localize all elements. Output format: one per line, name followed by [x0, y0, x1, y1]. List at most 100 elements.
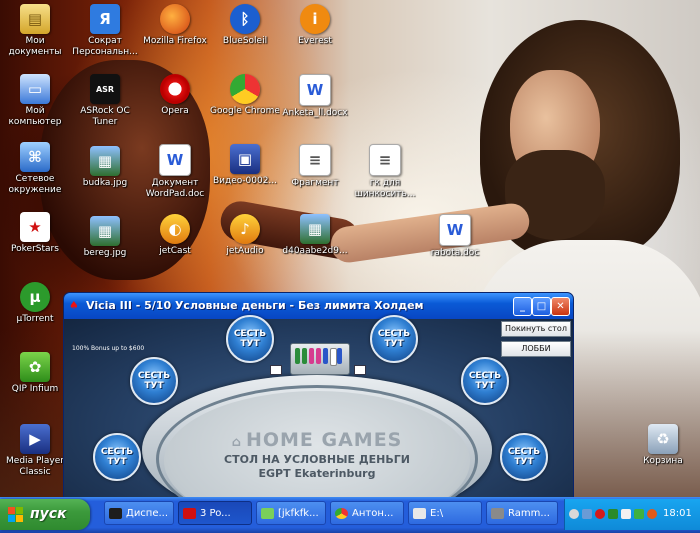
image-file-icon: ▦: [90, 146, 120, 176]
poker-table-area: 100% Bonus up to $600 Покинуть стол ЛОББ…: [64, 315, 573, 499]
task-button-pokerstars[interactable]: 3 Po...: [178, 501, 252, 525]
network-tray-icon[interactable]: [582, 509, 592, 519]
jetcast-icon: ◐: [160, 214, 190, 244]
seat-label: СЕСТЬ: [507, 447, 541, 457]
seat-button-top-left[interactable]: СЕСТЬ ТУТ: [226, 315, 274, 363]
desktop-icon-budka[interactable]: ▦ budka.jpg: [70, 146, 140, 189]
my-documents-icon: ▤: [20, 4, 50, 34]
desktop-icon-bluesoleil[interactable]: ᛒ BlueSoleil: [210, 4, 280, 47]
desktop-icon-firefox[interactable]: Mozilla Firefox: [140, 4, 210, 47]
desktop-icon-utorrent[interactable]: µ µTorrent: [0, 282, 70, 325]
desktop-icon-my-documents[interactable]: ▤ Мои документы: [0, 4, 70, 58]
desktop-icon-media-player[interactable]: ▶ Media Player Classic: [0, 424, 70, 478]
desktop-icon-fragment[interactable]: ≡ Фрагмент: [280, 144, 350, 189]
start-button[interactable]: пуск: [0, 499, 90, 530]
chip-stack: [323, 348, 328, 364]
notepad-icon: [261, 507, 274, 519]
desktop-icon-chrome[interactable]: Google Chrome: [210, 74, 280, 117]
task-button-task-manager[interactable]: Диспе...: [104, 501, 174, 525]
volume-icon[interactable]: [621, 509, 631, 519]
desktop-icon-label: Сократ Персональн...: [72, 36, 138, 57]
desktop-icon-label: Корзина: [643, 456, 683, 466]
close-button[interactable]: ✕: [551, 297, 570, 316]
desktop-icon-label: rabota.doc: [430, 248, 480, 258]
desktop-icon-label: Google Chrome: [210, 106, 280, 116]
desktop-icon-wordpad-doc[interactable]: W Документ WordPad.doc: [140, 144, 210, 200]
torrent-tray-icon[interactable]: [608, 509, 618, 519]
desktop-icon-rabota[interactable]: W rabota.doc: [420, 214, 490, 259]
desktop-icon-bereg[interactable]: ▦ bereg.jpg: [70, 216, 140, 259]
desktop-icon-anketa[interactable]: W Anketa_ll.docx: [280, 74, 350, 119]
desktop-icon-network[interactable]: ⌘ Сетевое окружение: [0, 142, 70, 196]
desktop-icon-asrock[interactable]: ASR ASRock OC Tuner: [70, 74, 140, 128]
seat-label: ТУТ: [384, 339, 404, 349]
everest-icon: i: [300, 4, 330, 34]
desktop-icon-label: µTorrent: [16, 314, 54, 324]
asrock-icon: ASR: [90, 74, 120, 104]
desktop-icon-sokrat[interactable]: Я Сократ Персональн...: [70, 4, 140, 58]
clock[interactable]: 18:01: [663, 508, 692, 519]
desktop-icon-label: ASRock OC Tuner: [80, 106, 130, 127]
seat-label: ТУТ: [514, 457, 534, 467]
seat-label: ТУТ: [144, 381, 164, 391]
task-button-chrome[interactable]: Антон...: [330, 501, 404, 525]
lobby-button[interactable]: ЛОББИ: [501, 341, 571, 357]
utorrent-icon: µ: [20, 282, 50, 312]
task-button-media[interactable]: Ramm...: [486, 501, 558, 525]
windows-logo-icon: [8, 507, 24, 522]
desktop-icon-text-file[interactable]: ≡ гк для шинкосить...: [350, 144, 420, 200]
desktop-icon-my-computer[interactable]: ▭ Мой компьютер: [0, 74, 70, 128]
home-icon: ⌂: [231, 435, 242, 450]
dealer-tray-icon: [354, 365, 366, 375]
media-player-icon: ▶: [20, 424, 50, 454]
desktop-icon-opera[interactable]: Opera: [140, 74, 210, 117]
bonus-banner[interactable]: 100% Bonus up to $600: [72, 345, 144, 352]
desktop-icon-label: QIP Infium: [11, 384, 59, 394]
media-icon: [491, 507, 504, 519]
window-titlebar[interactable]: ♠ Vicia III - 5/10 Условные деньги - Без…: [64, 293, 573, 319]
back-arrow-icon[interactable]: [569, 509, 579, 519]
desktop-icon-recycle-bin[interactable]: ♻ Корзина: [628, 424, 698, 467]
seat-button-left[interactable]: СЕСТЬ ТУТ: [130, 357, 178, 405]
desktop-icon-jetaudio[interactable]: ♪ jetAudio: [210, 214, 280, 257]
task-button-explorer[interactable]: E:\: [408, 501, 482, 525]
minimize-button[interactable]: _: [513, 297, 532, 316]
desktop-icon-label: budka.jpg: [82, 178, 128, 188]
qip-tray-icon[interactable]: [634, 509, 644, 519]
desktop-icon-qip[interactable]: ✿ QIP Infium: [0, 352, 70, 395]
desktop-icon-label: Фрагмент: [291, 178, 339, 188]
poker-table-window: ♠ Vicia III - 5/10 Условные деньги - Без…: [63, 292, 574, 500]
desktop-icon-everest[interactable]: i Everest: [280, 4, 350, 47]
opera-tray-icon[interactable]: [595, 509, 605, 519]
image-file-icon: ▦: [300, 214, 330, 244]
task-manager-icon: [109, 507, 122, 519]
system-tray: 18:01: [564, 499, 700, 530]
task-button-notepad[interactable]: [jkfkfk...: [256, 501, 326, 525]
desktop-icon-label: jetCast: [159, 246, 191, 256]
desktop-icon-label: d40aabe2d9...: [282, 246, 348, 256]
seat-button-bottom-left[interactable]: СЕСТЬ ТУТ: [93, 433, 141, 481]
desktop-icon-label: Сетевое окружение: [8, 174, 62, 195]
alert-tray-icon[interactable]: [647, 509, 657, 519]
chip-rack: [290, 343, 350, 375]
desktop-icon-video[interactable]: ▣ Видео-0002...: [210, 144, 280, 187]
seat-label: ТУТ: [240, 339, 260, 349]
leave-table-button[interactable]: Покинуть стол: [501, 321, 571, 337]
desktop-icon-jetcast[interactable]: ◐ jetCast: [140, 214, 210, 257]
start-label: пуск: [30, 506, 67, 522]
chip-stack: [337, 348, 342, 364]
home-games-logo: ⌂ HOME GAMES: [64, 429, 570, 451]
maximize-button[interactable]: □: [532, 297, 551, 316]
desktop-icon-label: BlueSoleil: [222, 36, 268, 46]
seat-button-right[interactable]: СЕСТЬ ТУТ: [461, 357, 509, 405]
task-label: Ramm...: [508, 507, 550, 519]
chip-stack: [309, 348, 314, 364]
seat-button-top-right[interactable]: СЕСТЬ ТУТ: [370, 315, 418, 363]
desktop-icon-pokerstars[interactable]: ★ PokerStars: [0, 212, 70, 255]
video-file-icon: ▣: [230, 144, 260, 174]
seat-button-bottom-right[interactable]: СЕСТЬ ТУТ: [500, 433, 548, 481]
opera-icon: [160, 74, 190, 104]
chrome-icon: [230, 74, 260, 104]
desktop-icon-d40aabe[interactable]: ▦ d40aabe2d9...: [280, 214, 350, 257]
desktop-icon-label: Opera: [161, 106, 189, 116]
